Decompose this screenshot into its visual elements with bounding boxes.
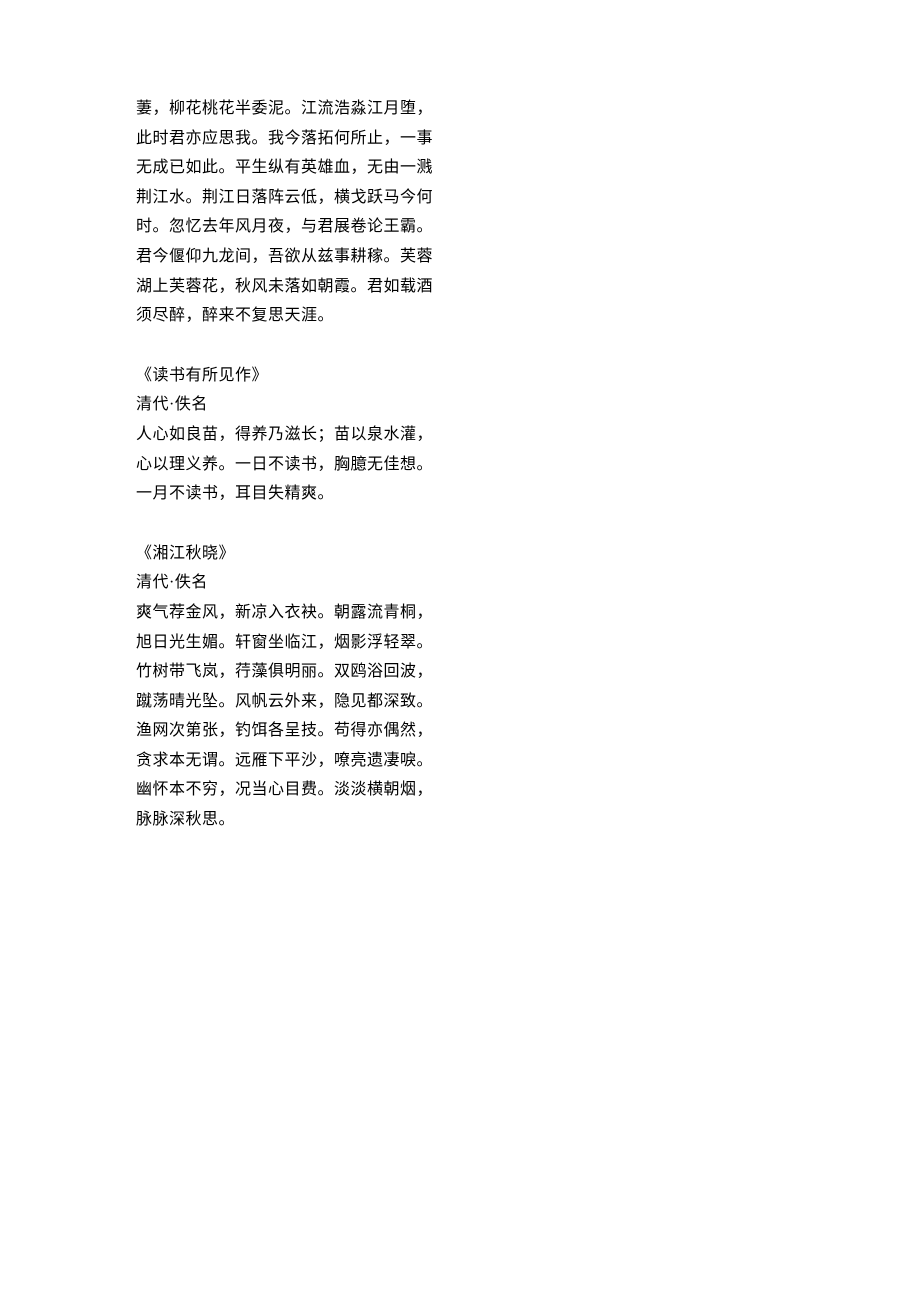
poem-line: 竹树带飞岚，荇藻俱明丽。双鸥浴回波， [136,657,480,687]
poem-block-2: 《读书有所见作》 清代·佚名 人心如良苗，得养乃滋长；苗以泉水灌， 心以理义养。… [136,361,480,509]
poem-line: 蹴荡晴光坠。风帆云外来，隐见都深致。 [136,687,480,717]
poem-title: 《湘江秋晓》 [136,539,480,569]
poem-line: 渔网次第张，钓饵各呈技。苟得亦偶然， [136,716,480,746]
poem-block-1: 萋，柳花桃花半委泥。江流浩淼江月堕， 此时君亦应思我。我今落拓何所止，一事 无成… [136,94,480,331]
poem-line: 人心如良苗，得养乃滋长；苗以泉水灌， [136,420,480,450]
poem-block-3: 《湘江秋晓》 清代·佚名 爽气荐金风，新凉入衣袂。朝露流青桐， 旭日光生媚。轩窗… [136,539,480,835]
poem-line: 此时君亦应思我。我今落拓何所止，一事 [136,124,480,154]
poem-line: 无成已如此。平生纵有英雄血，无由一溅 [136,153,480,183]
poem-line: 一月不读书，耳目失精爽。 [136,479,480,509]
poem-line: 荆江水。荆江日落阵云低，横戈跃马今何 [136,183,480,213]
poem-line: 幽怀本不穷，况当心目费。淡淡横朝烟， [136,775,480,805]
poem-author: 清代·佚名 [136,568,480,598]
poem-line: 君今偃仰九龙间，吾欲从兹事耕稼。芙蓉 [136,242,480,272]
poem-line: 脉脉深秋思。 [136,805,480,835]
poem-line: 心以理义养。一日不读书，胸臆无佳想。 [136,450,480,480]
poem-title: 《读书有所见作》 [136,361,480,391]
poem-author: 清代·佚名 [136,390,480,420]
poem-line: 湖上芙蓉花，秋风未落如朝霞。君如载酒 [136,272,480,302]
poem-line: 时。忽忆去年风月夜，与君展卷论王霸。 [136,212,480,242]
poem-line: 须尽醉，醉来不复思天涯。 [136,301,480,331]
poem-line: 爽气荐金风，新凉入衣袂。朝露流青桐， [136,598,480,628]
poem-line: 萋，柳花桃花半委泥。江流浩淼江月堕， [136,94,480,124]
poem-line: 旭日光生媚。轩窗坐临江，烟影浮轻翠。 [136,628,480,658]
document-content: 萋，柳花桃花半委泥。江流浩淼江月堕， 此时君亦应思我。我今落拓何所止，一事 无成… [136,94,480,835]
poem-line: 贪求本无谓。远雁下平沙，嘹亮遗凄唳。 [136,746,480,776]
